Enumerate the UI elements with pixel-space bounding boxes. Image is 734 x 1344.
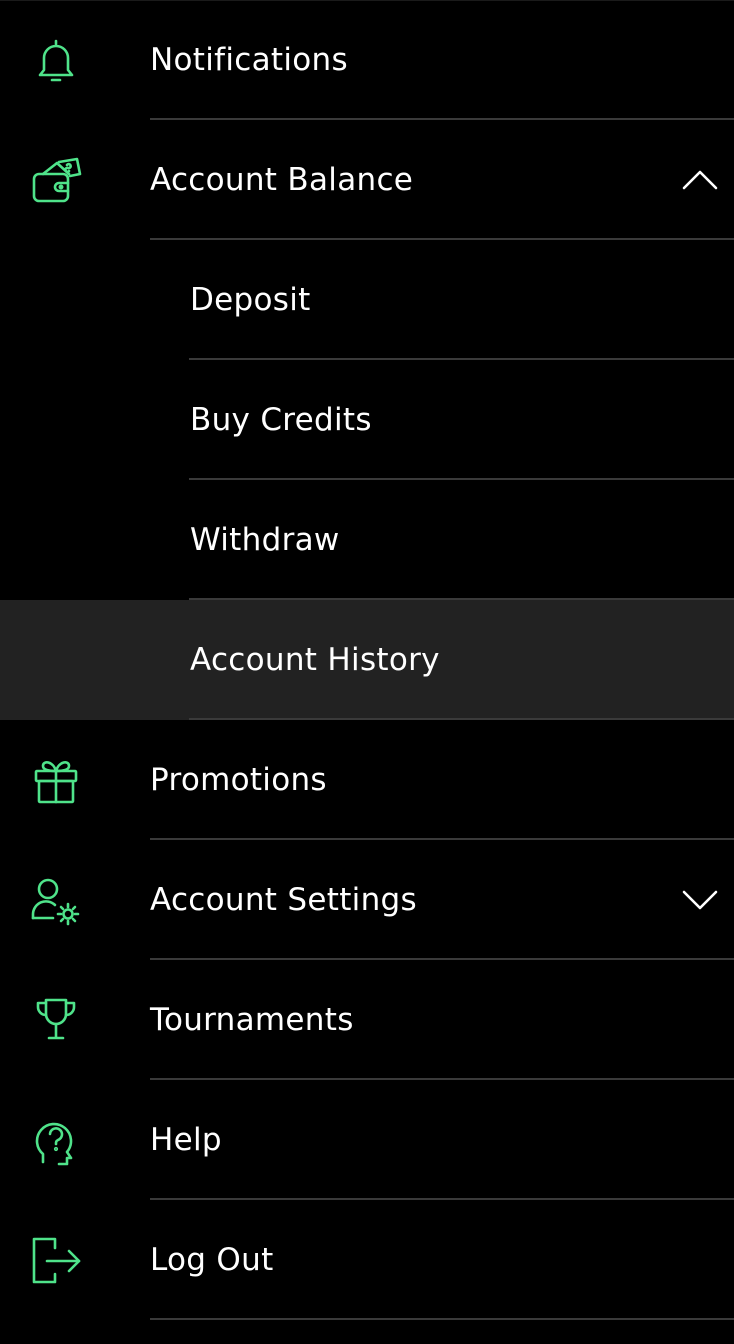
wallet-icon: [29, 154, 83, 208]
menu-item-label: Notifications: [150, 42, 348, 78]
submenu-item-account-history[interactable]: Account History: [0, 600, 734, 720]
submenu-item-label: Deposit: [190, 282, 311, 318]
menu-item-label: Help: [150, 1122, 222, 1158]
menu-item-label: Promotions: [150, 762, 327, 798]
trophy-icon: [29, 994, 83, 1048]
submenu-item-buy-credits[interactable]: Buy Credits: [0, 360, 734, 480]
menu-item-account-balance[interactable]: Account Balance: [0, 120, 734, 240]
help-head-icon: [29, 1114, 83, 1168]
chevron-down-icon[interactable]: [682, 882, 718, 918]
menu-item-tournaments[interactable]: Tournaments: [0, 960, 734, 1080]
menu-item-log-out[interactable]: Log Out: [0, 1200, 734, 1320]
submenu-item-withdraw[interactable]: Withdraw: [0, 480, 734, 600]
menu-item-account-settings[interactable]: Account Settings: [0, 840, 734, 960]
divider: [150, 1318, 734, 1320]
chevron-up-icon[interactable]: [682, 162, 718, 198]
submenu-item-label: Buy Credits: [190, 402, 372, 438]
menu-item-label: Log Out: [150, 1242, 274, 1278]
menu-item-label: Account Balance: [150, 162, 414, 198]
submenu-item-label: Withdraw: [190, 522, 340, 558]
menu-item-label: Account Settings: [150, 882, 417, 918]
menu-item-promotions[interactable]: Promotions: [0, 720, 734, 840]
bell-icon: [29, 34, 83, 88]
submenu-item-deposit[interactable]: Deposit: [0, 240, 734, 360]
menu-item-notifications[interactable]: Notifications: [0, 0, 734, 120]
submenu-item-label: Account History: [190, 642, 440, 678]
side-menu: Notifications Account Balance Deposit Bu…: [0, 0, 734, 1344]
gift-icon: [29, 754, 83, 808]
logout-icon: [29, 1234, 83, 1288]
user-settings-icon: [29, 874, 83, 928]
menu-item-help[interactable]: Help: [0, 1080, 734, 1200]
menu-item-label: Tournaments: [150, 1002, 354, 1038]
